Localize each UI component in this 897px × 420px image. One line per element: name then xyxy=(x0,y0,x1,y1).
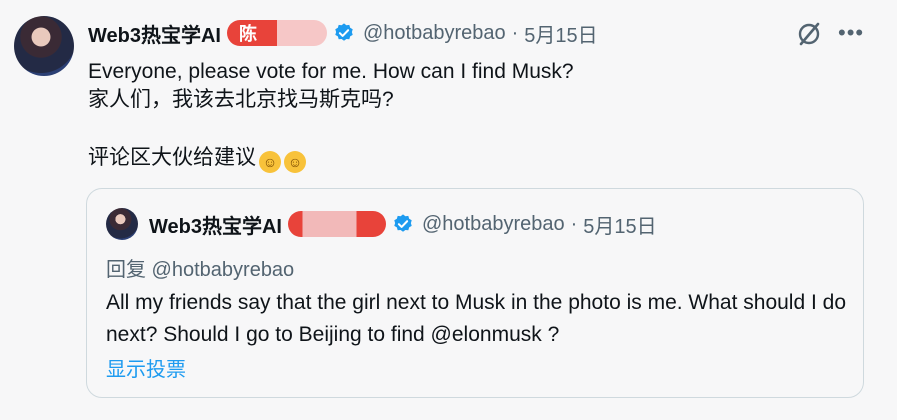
avatar[interactable] xyxy=(14,16,74,76)
author-handle[interactable]: @hotbabyrebao xyxy=(363,22,506,45)
quoted-avatar[interactable] xyxy=(106,208,138,240)
badge-text: 陈 xyxy=(238,24,257,44)
quoted-handle[interactable]: @hotbabyrebao xyxy=(422,213,565,236)
more-icon[interactable]: ••• xyxy=(838,22,864,44)
grok-icon[interactable] xyxy=(795,20,823,48)
post-text-line-3-text: 评论区大伙给建议 xyxy=(88,146,256,169)
verified-badge-icon xyxy=(394,214,412,232)
separator-dot: · xyxy=(570,212,578,235)
quoted-header: Web3热宝学AI @hotbabyrebao · 5月15日 xyxy=(149,209,657,239)
quoted-affiliate-badge[interactable] xyxy=(287,211,386,237)
quoted-tweet[interactable]: Web3热宝学AI @hotbabyrebao · 5月15日 回复 @hotb… xyxy=(86,188,864,398)
rolling-laughing-emoji-icon: ☺ xyxy=(284,151,306,173)
post-text-line-1: Everyone, please vote for me. How can I … xyxy=(88,60,574,83)
quoted-body: All my friends say that the girl next to… xyxy=(106,291,847,346)
separator-dot: · xyxy=(511,21,519,44)
quoted-author-name[interactable]: Web3热宝学AI xyxy=(149,210,282,239)
post-text-line-2: 家人们，我该去北京找马斯克吗? xyxy=(88,88,394,111)
author-name[interactable]: Web3热宝学AI xyxy=(88,19,221,48)
tweet[interactable]: Web3热宝学AI 陈 @hotbabyrebao · 5月15日 ••• Ev… xyxy=(0,0,897,420)
post-text-line-3: 评论区大伙给建议 ☺ ☺ xyxy=(88,144,306,173)
replying-to: 回复 @hotbabyrebao xyxy=(106,259,295,281)
verified-badge-icon xyxy=(335,23,353,41)
rolling-laughing-emoji-icon: ☺ xyxy=(259,151,281,173)
show-poll-link[interactable]: 显示投票 xyxy=(106,353,186,382)
affiliate-badge[interactable]: 陈 xyxy=(226,20,327,46)
tweet-header: Web3热宝学AI 陈 @hotbabyrebao · 5月15日 xyxy=(88,18,598,48)
quoted-date[interactable]: 5月15日 xyxy=(583,210,656,239)
post-date[interactable]: 5月15日 xyxy=(524,19,597,48)
